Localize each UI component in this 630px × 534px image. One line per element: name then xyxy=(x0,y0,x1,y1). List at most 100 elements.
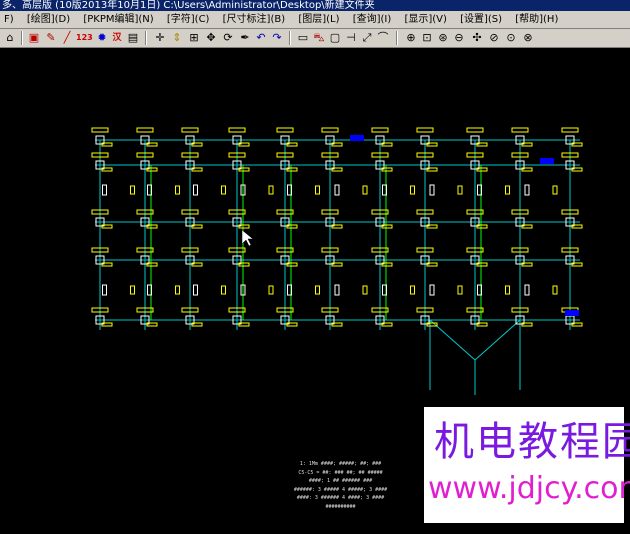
pen-icon[interactable]: ✒ xyxy=(238,31,252,45)
zoom-prev-icon[interactable]: ⊘ xyxy=(487,31,501,45)
text-icon[interactable]: 汉 xyxy=(110,31,124,45)
curve-icon[interactable]: ⌒ xyxy=(376,31,390,45)
crosshair-icon[interactable]: ✛ xyxy=(153,31,167,45)
label-mark xyxy=(130,185,135,195)
watermark-url: www.jdjcy.com xyxy=(428,471,630,506)
tag-mark xyxy=(350,135,364,141)
grid-icon[interactable]: ⊞ xyxy=(187,31,201,45)
wall-mark xyxy=(429,184,435,196)
line-icon[interactable]: ╱ xyxy=(60,31,74,45)
paint-icon[interactable]: ✹ xyxy=(95,31,109,45)
label-mark xyxy=(505,285,510,295)
toolbar-separator xyxy=(396,31,398,45)
label-mark xyxy=(268,185,274,195)
menu-query[interactable]: [查询](I) xyxy=(349,11,398,28)
title-bar: 多、高层版 (10版2013年10月1日) C:\Users\Administr… xyxy=(0,0,630,11)
label-mark xyxy=(410,185,415,195)
label-mark xyxy=(136,127,154,133)
undo-icon[interactable]: ↶ xyxy=(254,31,268,45)
toolbar-separator xyxy=(289,31,291,45)
wall-mark xyxy=(524,284,530,296)
print-icon[interactable]: ▣ xyxy=(27,31,41,45)
zoom-window-icon[interactable]: ⊡ xyxy=(420,31,434,45)
window-icon[interactable]: ▤ xyxy=(126,31,140,45)
menu-pkpm-edit[interactable]: [PKPM编辑](N) xyxy=(79,11,159,28)
label-mark xyxy=(457,185,463,195)
car-icon[interactable]: ⛍ xyxy=(312,31,326,45)
zoom-out-icon[interactable]: ⊖ xyxy=(452,31,466,45)
toolbar: ⌂ ▣ ✎ ╱ 123 ✹ 汉 ▤ ✛ ⇕ ⊞ ✥ ⟳ ✒ ↶ ↷ ▭ ⛍ ▢ … xyxy=(0,29,630,48)
label-mark xyxy=(228,127,246,133)
wall-mark xyxy=(429,284,435,296)
label-mark xyxy=(315,285,320,295)
label-mark xyxy=(561,127,579,133)
label-mark xyxy=(416,127,434,133)
label-mark xyxy=(511,127,529,133)
slash-icon[interactable]: ⤢ xyxy=(360,31,374,45)
stats-line: ####; 1 ## ###### ### xyxy=(308,478,373,484)
move-icon[interactable]: ✥ xyxy=(204,31,218,45)
label-mark xyxy=(175,285,180,295)
zoom-in-icon[interactable]: ⊕ xyxy=(404,31,418,45)
label-mark xyxy=(505,185,510,195)
rect-icon[interactable]: ▢ xyxy=(328,31,342,45)
arrows-icon[interactable]: ⇕ xyxy=(170,31,184,45)
label-mark xyxy=(457,285,463,295)
brush-icon[interactable]: ✎ xyxy=(44,31,58,45)
zoom-extent-icon[interactable]: ⊗ xyxy=(521,31,535,45)
pan-icon[interactable]: ✣ xyxy=(470,31,484,45)
label-mark xyxy=(371,127,389,133)
wall-mark xyxy=(524,184,530,196)
copy-icon[interactable]: ▭ xyxy=(296,31,310,45)
toolbar-separator xyxy=(21,31,23,45)
stats-block: 1: 1Mm ####; #####; ##; ### C5-C5 = ##: … xyxy=(293,460,388,511)
window-title: 多、高层版 (10版2013年10月1日) C:\Users\Administr… xyxy=(2,0,375,11)
stats-line: ####: 3 ###### 4 ####; 3 #### xyxy=(296,495,385,501)
watermark-title: 机电教程园 xyxy=(434,419,630,465)
stats-line: 1: 1Mm ####; #####; ##; ### xyxy=(299,461,382,467)
label-mark xyxy=(362,185,368,195)
label-mark xyxy=(315,185,320,195)
menu-bar: F) [绘图](D) [PKPM编辑](N) [字符](C) [尺寸标注](B)… xyxy=(0,11,630,29)
wall-mark xyxy=(102,284,107,296)
menu-dimension[interactable]: [尺寸标注](B) xyxy=(219,11,291,28)
numbers-icon[interactable]: 123 xyxy=(76,31,93,45)
stats-line: ######: 3 ##### 4 #####; 3 #### xyxy=(293,486,388,493)
label-mark xyxy=(362,285,368,295)
zoom-next-icon[interactable]: ⊙ xyxy=(504,31,518,45)
label-mark xyxy=(410,285,415,295)
stats-line: ########## xyxy=(325,503,356,510)
tag-mark xyxy=(540,158,554,164)
label-mark xyxy=(268,285,274,295)
label-mark xyxy=(221,185,226,195)
dim-icon[interactable]: ⊣ xyxy=(344,31,358,45)
menu-settings[interactable]: [设置](S) xyxy=(456,11,508,28)
label-mark xyxy=(175,185,180,195)
wall-mark xyxy=(334,184,340,196)
label-mark xyxy=(276,127,294,133)
zoom-all-icon[interactable]: ⊛ xyxy=(436,31,450,45)
label-mark xyxy=(130,285,135,295)
wall-mark xyxy=(193,184,198,196)
stats-line: C5-C5 = ##: ### ##; ## ##### xyxy=(298,469,383,476)
cursor-icon xyxy=(241,229,254,247)
wall-mark xyxy=(102,184,107,196)
rotate-icon[interactable]: ⟳ xyxy=(221,31,235,45)
menu-text[interactable]: [字符](C) xyxy=(163,11,216,28)
open-icon[interactable]: ⌂ xyxy=(3,31,17,45)
menu-help[interactable]: [帮助](H) xyxy=(511,11,564,28)
label-mark xyxy=(181,127,199,133)
label-mark xyxy=(321,127,339,133)
label-mark xyxy=(466,127,484,133)
redo-icon[interactable]: ↷ xyxy=(270,31,284,45)
label-mark xyxy=(552,285,558,295)
label-mark xyxy=(221,285,226,295)
wall-mark xyxy=(334,284,340,296)
menu-layer[interactable]: [图层](L) xyxy=(294,11,345,28)
toolbar-separator xyxy=(145,31,147,45)
label-mark xyxy=(552,185,558,195)
menu-draw[interactable]: [绘图](D) xyxy=(23,11,76,28)
menu-view[interactable]: [显示](V) xyxy=(400,11,452,28)
label-mark xyxy=(91,127,109,133)
menu-file[interactable]: F) xyxy=(0,11,20,28)
